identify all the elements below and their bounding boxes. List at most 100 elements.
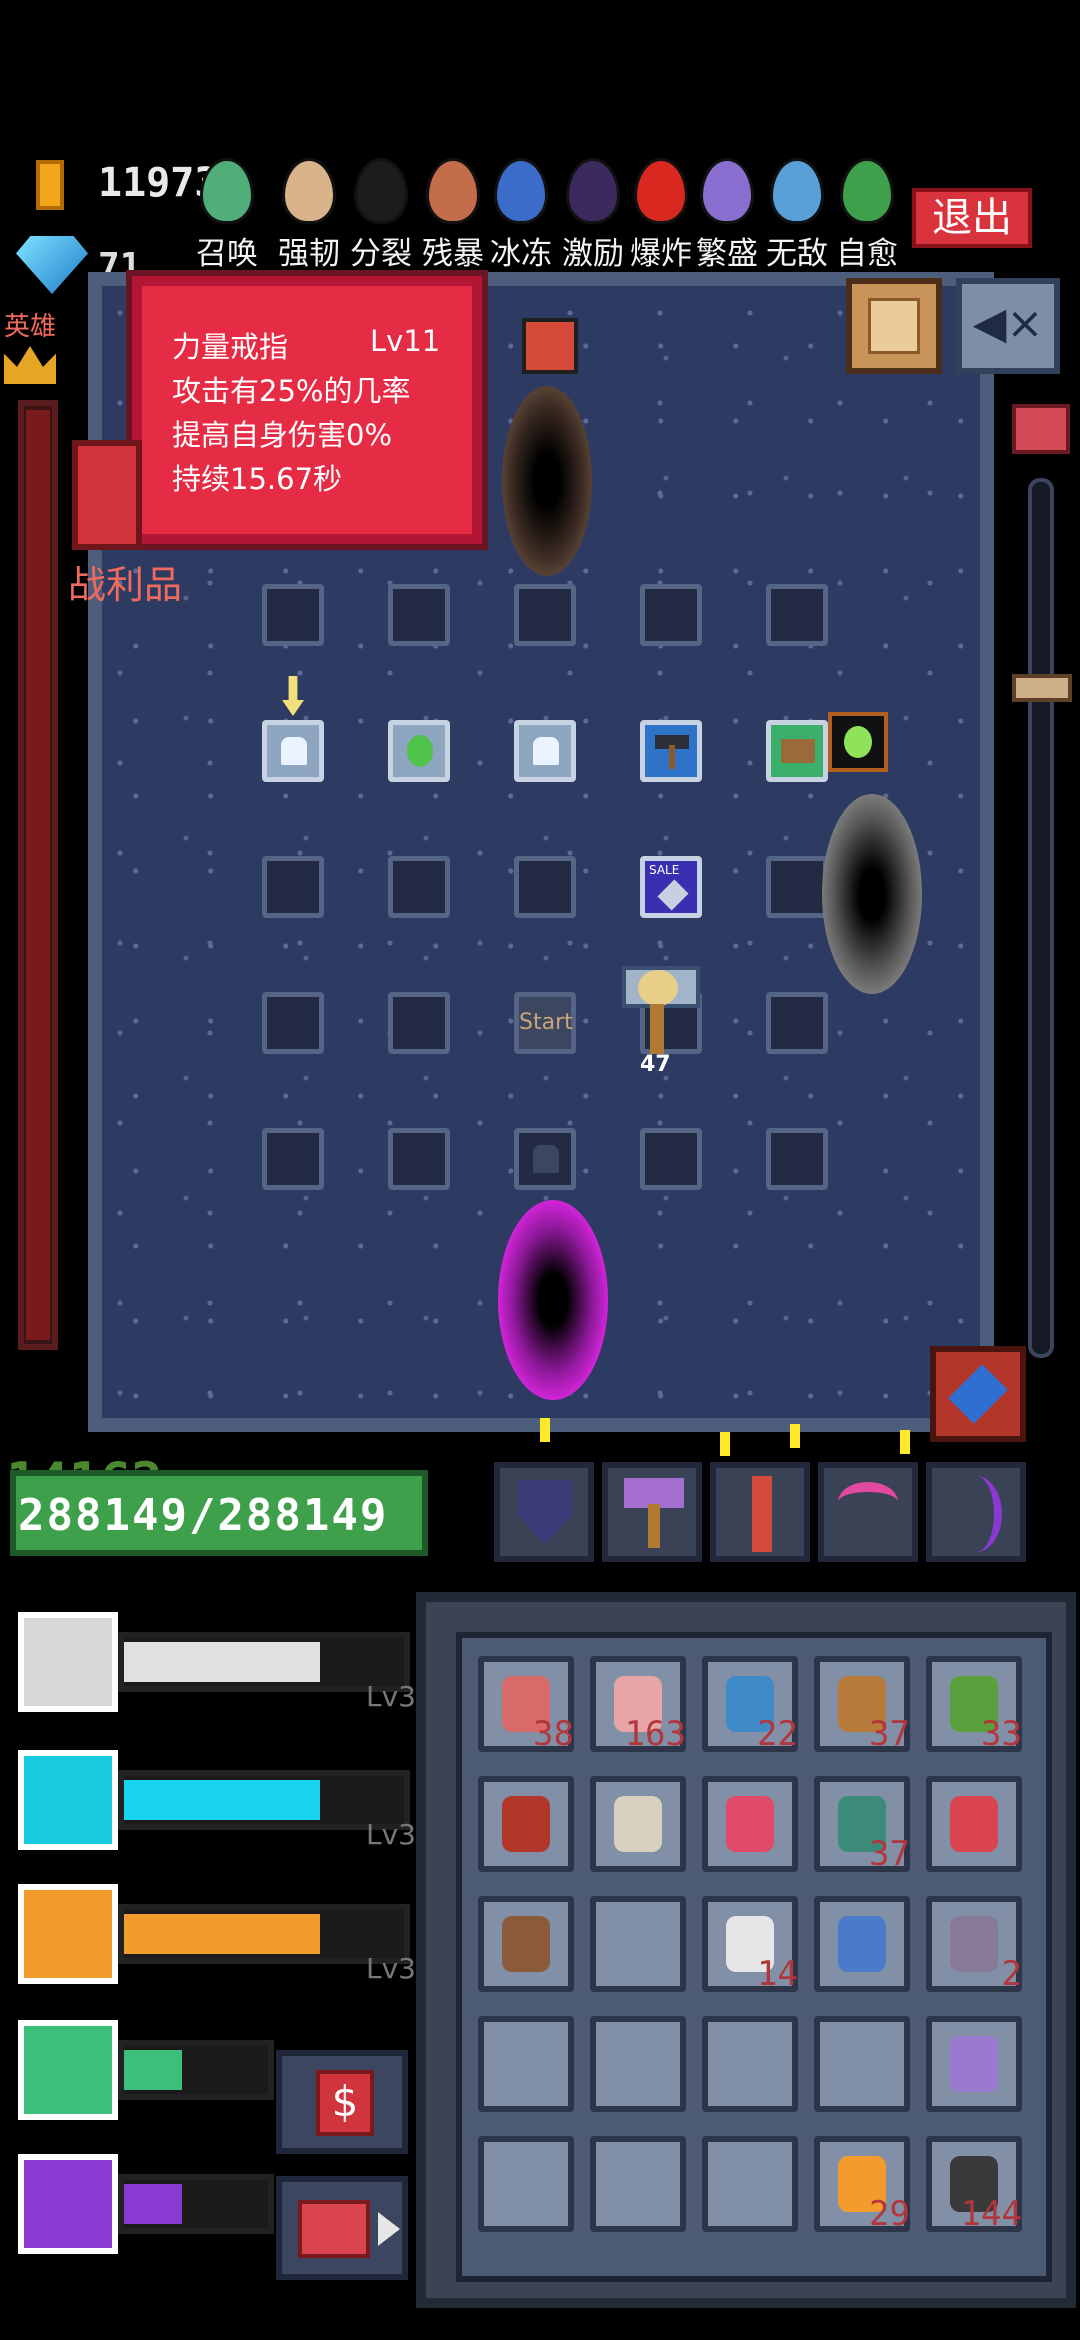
board-tile[interactable] bbox=[262, 856, 324, 918]
inventory-slot[interactable] bbox=[478, 1896, 574, 1992]
egg-icon[interactable] bbox=[426, 158, 480, 224]
hammer-tile[interactable] bbox=[640, 720, 702, 782]
board-tile[interactable] bbox=[388, 584, 450, 646]
ghost-icon bbox=[533, 737, 559, 765]
inventory-slot[interactable] bbox=[926, 1776, 1022, 1872]
board-tile[interactable] bbox=[766, 1128, 828, 1190]
potion-tile[interactable] bbox=[388, 720, 450, 782]
board-tile[interactable] bbox=[640, 584, 702, 646]
board-tile[interactable] bbox=[514, 1128, 576, 1190]
inventory-slot[interactable]: 163 bbox=[590, 1656, 686, 1754]
spellbook-button[interactable] bbox=[930, 1346, 1026, 1442]
mute-button[interactable]: ◀× bbox=[956, 278, 1060, 374]
zoom-slider-knob[interactable] bbox=[1012, 674, 1072, 702]
shop-tile[interactable] bbox=[766, 720, 828, 782]
arrow-right-icon bbox=[378, 2212, 400, 2246]
board-tile[interactable] bbox=[766, 992, 828, 1054]
red-sword-icon bbox=[752, 1476, 772, 1552]
shop-button[interactable]: $ bbox=[276, 2050, 408, 2154]
inventory-slot[interactable] bbox=[590, 2136, 686, 2232]
inventory-slot[interactable] bbox=[478, 1776, 574, 1872]
axe-skill-icon[interactable] bbox=[18, 1750, 118, 1850]
board-tile[interactable] bbox=[262, 1128, 324, 1190]
board-tile[interactable] bbox=[766, 584, 828, 646]
tooltip-line: 攻击有25%的几率 bbox=[172, 374, 411, 408]
egg-icon[interactable] bbox=[354, 158, 408, 224]
treasure-chest-icon[interactable] bbox=[1012, 404, 1070, 454]
skill-progress-fill bbox=[124, 1780, 320, 1820]
equip-slot-scythe[interactable] bbox=[818, 1462, 918, 1562]
inventory-slot[interactable] bbox=[926, 2016, 1022, 2112]
inventory-slot[interactable] bbox=[814, 2016, 910, 2112]
skill-level: Lv3 bbox=[366, 1818, 416, 1851]
egg-label: 激励 bbox=[562, 236, 624, 272]
egg-icon[interactable] bbox=[282, 158, 336, 224]
zoom-slider[interactable] bbox=[1028, 478, 1054, 1358]
arrows-skill-icon[interactable] bbox=[18, 2020, 118, 2120]
inventory-slot[interactable]: 37 bbox=[814, 1776, 910, 1874]
inventory-slot[interactable]: 38 bbox=[478, 1656, 574, 1754]
inventory-slot[interactable] bbox=[590, 2016, 686, 2112]
egg-icon[interactable] bbox=[566, 158, 620, 224]
inventory-slot[interactable]: 14 bbox=[702, 1896, 798, 1994]
inventory-slot[interactable] bbox=[702, 1776, 798, 1872]
board-tile[interactable] bbox=[640, 1128, 702, 1190]
bomb-skill-icon[interactable] bbox=[18, 1612, 118, 1712]
potion-drop[interactable] bbox=[828, 712, 888, 772]
crossed-swords-skill-icon[interactable] bbox=[18, 1884, 118, 1984]
egg-icon[interactable] bbox=[634, 158, 688, 224]
equip-slot-hammer[interactable] bbox=[602, 1462, 702, 1562]
triple-arrow-skill-icon[interactable] bbox=[18, 2154, 118, 2254]
equip-slot-shield[interactable] bbox=[494, 1462, 594, 1562]
equip-slot-sword[interactable] bbox=[710, 1462, 810, 1562]
exit-button[interactable]: 退出 bbox=[912, 188, 1032, 248]
inventory-slot[interactable] bbox=[590, 1896, 686, 1992]
item-count: 37 bbox=[869, 1834, 910, 1874]
inventory-slot[interactable]: 2 bbox=[926, 1896, 1022, 1994]
speaker-mute-icon: ◀× bbox=[972, 298, 1044, 349]
board-tile[interactable] bbox=[766, 856, 828, 918]
dark-portal[interactable] bbox=[502, 386, 592, 576]
inventory-slot[interactable] bbox=[702, 2016, 798, 2112]
loot-panel-tab[interactable] bbox=[72, 440, 142, 550]
item-icon bbox=[614, 1796, 662, 1852]
ghost-tile[interactable] bbox=[262, 720, 324, 782]
arrow-down-icon bbox=[282, 676, 304, 716]
magenta-portal[interactable] bbox=[498, 1200, 608, 1400]
inventory-slot[interactable] bbox=[814, 1896, 910, 1992]
egg-icon[interactable] bbox=[770, 158, 824, 224]
equip-slot-bow[interactable] bbox=[926, 1462, 1026, 1562]
start-tile[interactable]: Start bbox=[514, 992, 576, 1054]
inventory-slot[interactable] bbox=[478, 2136, 574, 2232]
board-tile[interactable] bbox=[514, 856, 576, 918]
egg-label: 无敌 bbox=[766, 236, 828, 272]
egg-icon[interactable] bbox=[840, 158, 894, 224]
egg-label: 强韧 bbox=[278, 236, 340, 272]
board-tile[interactable] bbox=[388, 856, 450, 918]
shop-chest-icon bbox=[781, 739, 815, 763]
inventory-slot[interactable]: 37 bbox=[814, 1656, 910, 1754]
board-tile[interactable] bbox=[262, 992, 324, 1054]
loot-label[interactable]: 战利品 bbox=[68, 554, 182, 609]
board-tile[interactable] bbox=[262, 584, 324, 646]
inventory-slot[interactable] bbox=[478, 2016, 574, 2112]
egg-icon[interactable] bbox=[200, 158, 254, 224]
egg-icon[interactable] bbox=[700, 158, 754, 224]
sale-tile[interactable]: SALE bbox=[640, 856, 702, 918]
inventory-slot[interactable] bbox=[702, 2136, 798, 2232]
egg-icon[interactable] bbox=[494, 158, 548, 224]
grey-portal[interactable] bbox=[822, 794, 922, 994]
inventory-slot[interactable] bbox=[590, 1776, 686, 1872]
map-button[interactable] bbox=[846, 278, 942, 374]
board-tile[interactable] bbox=[388, 1128, 450, 1190]
inventory-slot[interactable]: 144 bbox=[926, 2136, 1022, 2234]
ghost-tile[interactable] bbox=[514, 720, 576, 782]
board-tile[interactable] bbox=[514, 584, 576, 646]
chest-button[interactable] bbox=[276, 2176, 408, 2280]
item-count: 163 bbox=[624, 1714, 686, 1754]
inventory-slot[interactable]: 29 bbox=[814, 2136, 910, 2234]
tooltip-line: 持续15.67秒 bbox=[172, 462, 343, 496]
inventory-slot[interactable]: 22 bbox=[702, 1656, 798, 1754]
inventory-slot[interactable]: 33 bbox=[926, 1656, 1022, 1754]
board-tile[interactable] bbox=[388, 992, 450, 1054]
